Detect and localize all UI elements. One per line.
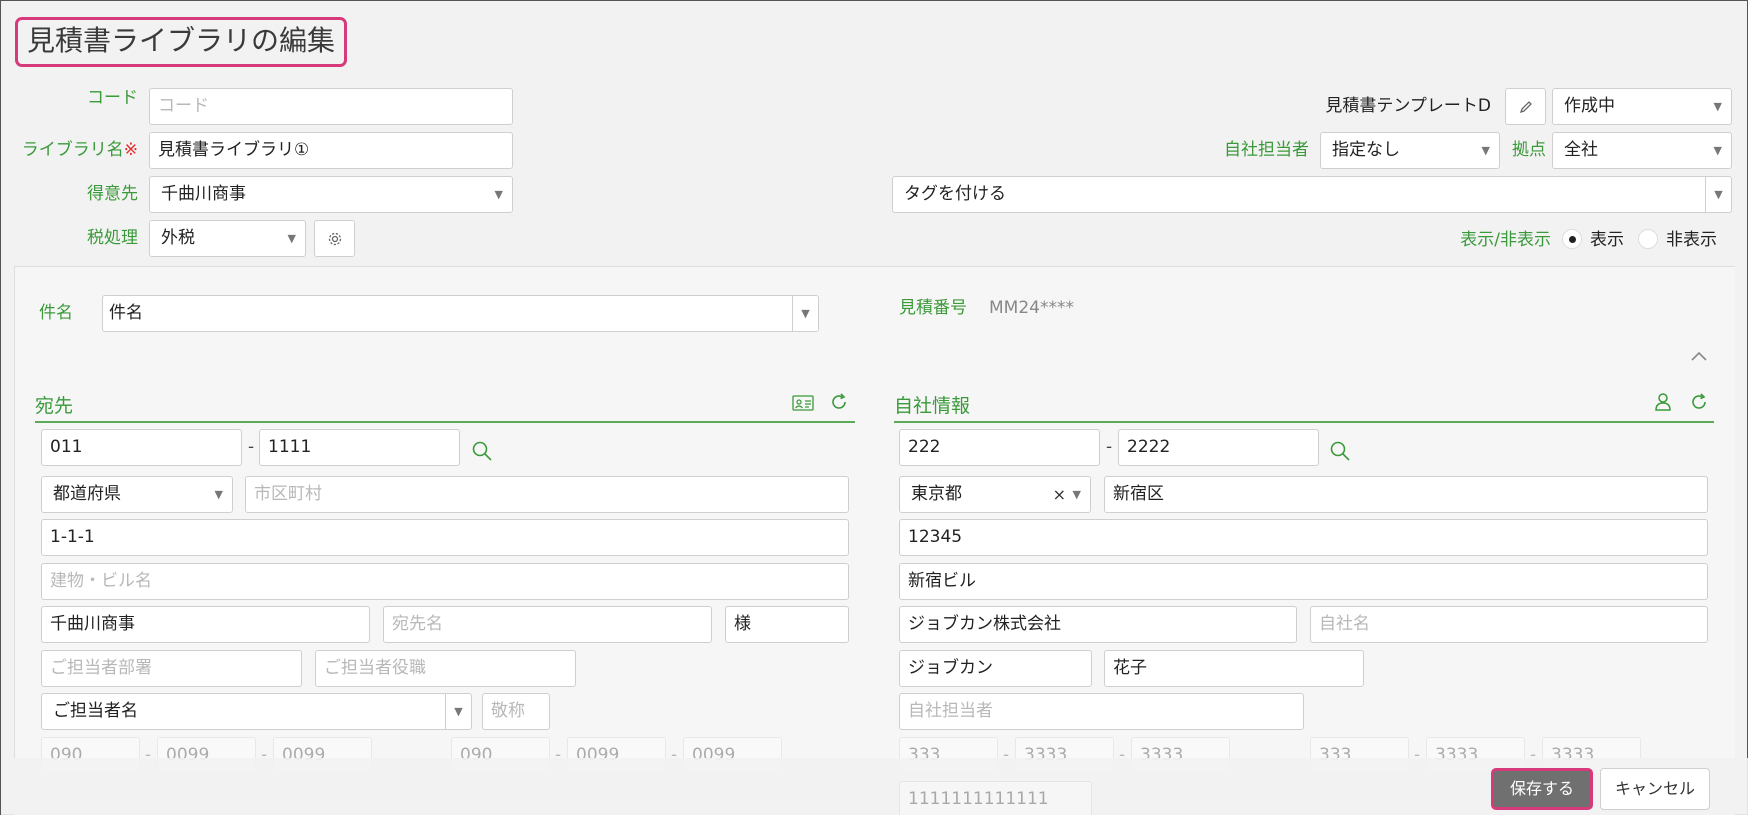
recipient-postal1[interactable]: 011: [41, 429, 242, 466]
chevron-down-icon: ▼: [287, 232, 296, 245]
chevron-down-icon: ▼: [445, 694, 471, 729]
staff-label: 自社担当者: [1224, 140, 1309, 160]
recipient-position-input[interactable]: ご担当者役職: [315, 650, 576, 687]
status-select[interactable]: 作成中 ▼: [1552, 88, 1732, 125]
quote-number-value: MM24****: [989, 298, 1074, 318]
code-label: コード: [87, 88, 138, 108]
chevron-down-icon: ▼: [1072, 488, 1081, 501]
recipient-section-title: 宛先: [35, 395, 74, 417]
staff-select[interactable]: 指定なし ▼: [1320, 132, 1500, 169]
own-city-input[interactable]: 新宿区: [1104, 476, 1708, 513]
recipient-divider: [35, 421, 855, 423]
page-title: 見積書ライブラリの編集: [15, 17, 348, 67]
own-postal2[interactable]: 2222: [1118, 429, 1319, 466]
own-section-title: 自社情報: [894, 395, 971, 417]
search-icon[interactable]: [1328, 439, 1352, 463]
template-name: 見積書テンプレートD: [1325, 96, 1491, 116]
own-divider: [894, 421, 1714, 423]
clear-icon[interactable]: ×: [1053, 477, 1066, 512]
dash: -: [1106, 437, 1113, 457]
own-firstname-input[interactable]: 花子: [1104, 650, 1364, 687]
library-name-label: ライブラリ名※: [21, 140, 138, 160]
chevron-down-icon: ▼: [494, 188, 503, 201]
recipient-prefecture-placeholder: 都道府県: [53, 484, 121, 504]
recipient-name-input[interactable]: 宛先名: [383, 606, 712, 643]
own-building-input[interactable]: 新宿ビル: [899, 563, 1708, 600]
save-button[interactable]: 保存する: [1491, 768, 1593, 810]
tax-value: 外税: [161, 228, 195, 248]
base-label: 拠点: [1512, 140, 1546, 160]
status-value: 作成中: [1564, 96, 1615, 116]
contact-card-icon[interactable]: [791, 393, 815, 413]
tax-settings-button[interactable]: [314, 220, 355, 257]
quote-number-label: 見積番号: [899, 298, 967, 318]
radio-hide[interactable]: [1638, 229, 1658, 249]
user-icon[interactable]: [1651, 391, 1675, 413]
chevron-down-icon: ▼: [1713, 100, 1722, 113]
cancel-button[interactable]: キャンセル: [1600, 768, 1710, 810]
own-lastname-input[interactable]: ジョブカン: [899, 650, 1092, 687]
radio-show-label: 表示: [1590, 230, 1624, 250]
visibility-label: 表示/非表示: [1460, 230, 1551, 250]
recipient-contact-select[interactable]: ご担当者名 ▼: [41, 693, 472, 730]
staff-value: 指定なし: [1332, 140, 1400, 160]
recipient-postal2[interactable]: 1111: [259, 429, 460, 466]
tag-input[interactable]: タグを付ける ▼: [892, 176, 1732, 213]
dash: -: [248, 437, 255, 457]
recipient-building-input[interactable]: 建物・ビル名: [41, 563, 849, 600]
chevron-down-icon: ▼: [792, 296, 818, 331]
recipient-honorific-input[interactable]: 様: [725, 606, 849, 643]
own-staff-input[interactable]: 自社担当者: [899, 693, 1304, 730]
recipient-contact-placeholder: ご担当者名: [53, 701, 138, 721]
collapse-icon[interactable]: [1687, 346, 1711, 366]
radio-hide-label: 非表示: [1666, 230, 1717, 250]
search-icon[interactable]: [470, 439, 494, 463]
own-prefecture-value: 東京都: [911, 484, 962, 504]
footer-bar: [1, 758, 1748, 815]
customer-value: 千曲川商事: [161, 184, 246, 204]
base-select[interactable]: 全社 ▼: [1552, 132, 1732, 169]
own-name-input[interactable]: 自社名: [1310, 606, 1708, 643]
own-postal1[interactable]: 222: [899, 429, 1100, 466]
required-mark: ※: [123, 140, 138, 160]
gear-icon: [328, 232, 341, 245]
customer-select[interactable]: 千曲川商事 ▼: [149, 176, 513, 213]
tax-select[interactable]: 外税 ▼: [149, 220, 306, 257]
recipient-address-input[interactable]: 1-1-1: [41, 519, 849, 556]
recipient-prefecture-select[interactable]: 都道府県 ▼: [41, 476, 233, 513]
own-extra-input[interactable]: 1111111111111: [899, 781, 1092, 815]
library-name-input[interactable]: 見積書ライブラリ①: [149, 132, 513, 169]
subject-input[interactable]: 件名 ▼: [102, 295, 819, 332]
recipient-title-input[interactable]: 敬称: [482, 693, 550, 730]
chevron-down-icon: ▼: [214, 488, 223, 501]
customer-label: 得意先: [87, 184, 138, 204]
refresh-icon[interactable]: [827, 391, 851, 413]
chevron-down-icon: ▼: [1481, 144, 1490, 157]
subject-placeholder: 件名: [109, 303, 143, 323]
tax-label: 税処理: [87, 228, 138, 248]
recipient-dept-input[interactable]: ご担当者部署: [41, 650, 302, 687]
edit-template-button[interactable]: [1505, 88, 1546, 125]
tag-placeholder: タグを付ける: [904, 184, 1006, 204]
pencil-icon: [1519, 100, 1532, 113]
own-company-input[interactable]: ジョブカン株式会社: [899, 606, 1297, 643]
recipient-company-input[interactable]: 千曲川商事: [41, 606, 370, 643]
radio-show[interactable]: [1562, 229, 1582, 249]
recipient-city-input[interactable]: 市区町村: [245, 476, 849, 513]
own-prefecture-select[interactable]: 東京都 × ▼: [899, 476, 1091, 513]
chevron-down-icon: ▼: [1705, 177, 1731, 212]
own-address-input[interactable]: 12345: [899, 519, 1708, 556]
subject-label: 件名: [39, 303, 73, 323]
code-input[interactable]: コード: [149, 88, 513, 125]
base-value: 全社: [1564, 140, 1598, 160]
chevron-down-icon: ▼: [1713, 144, 1722, 157]
refresh-icon[interactable]: [1687, 391, 1711, 413]
